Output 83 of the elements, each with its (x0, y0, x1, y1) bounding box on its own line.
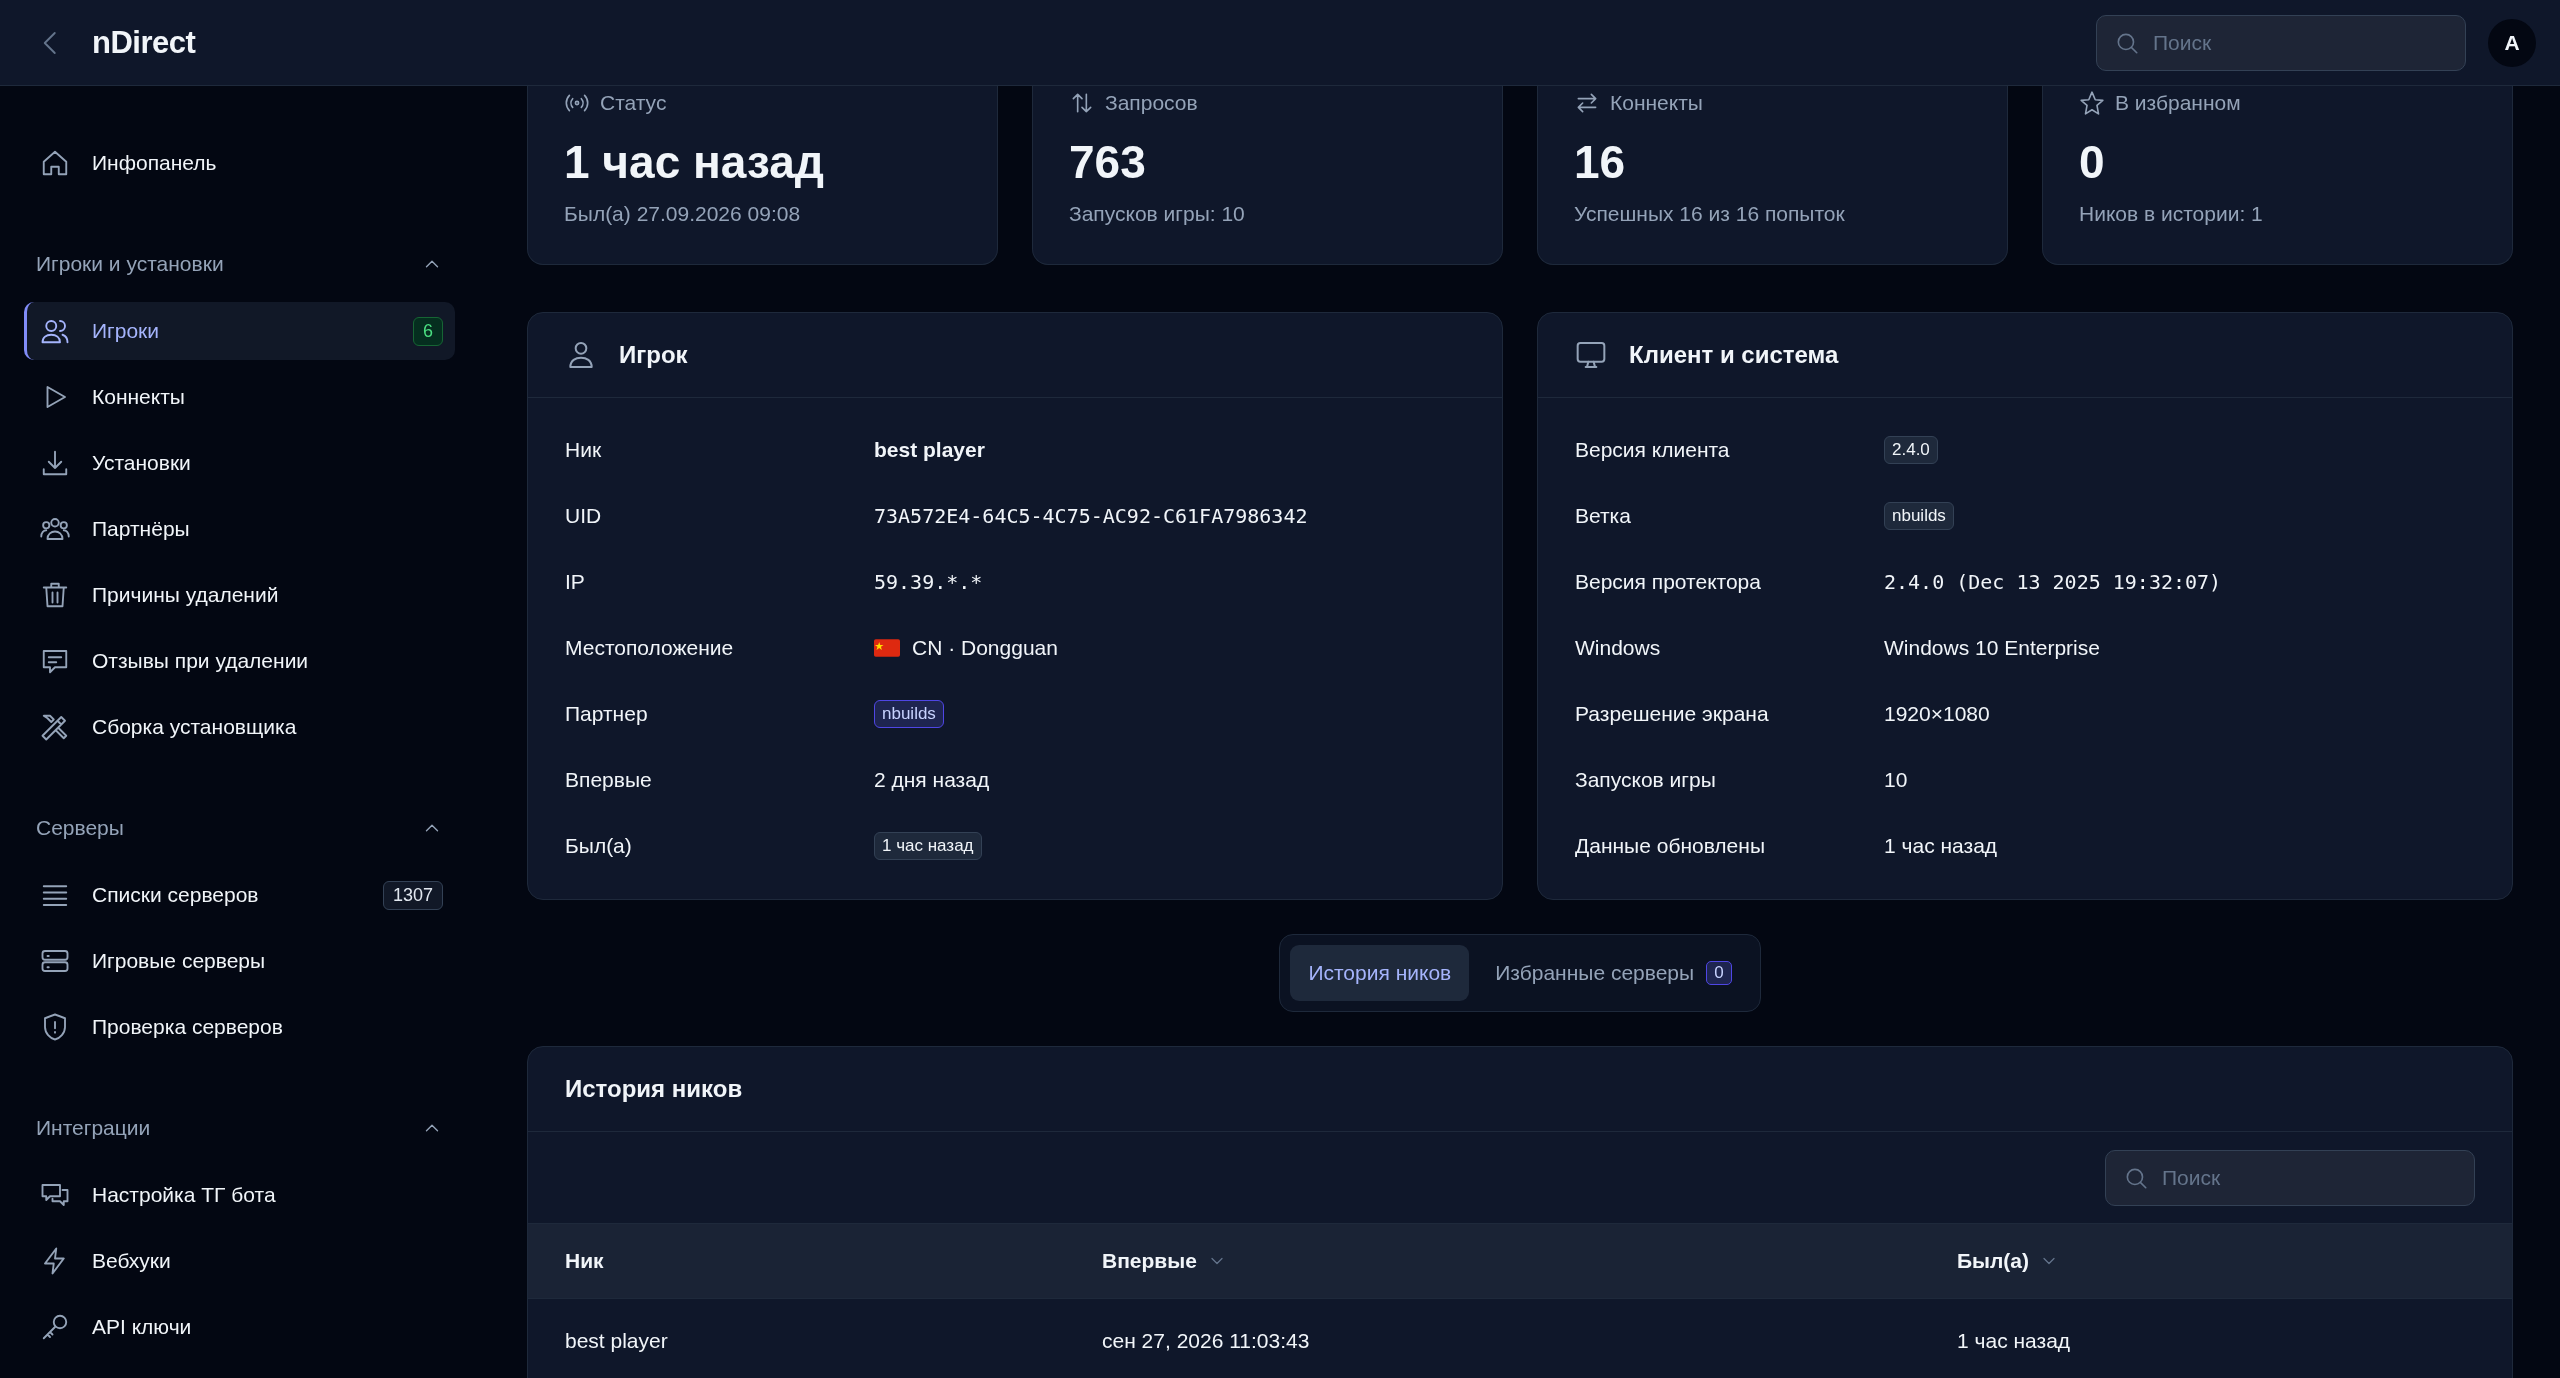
tag: 1 час назад (874, 832, 982, 860)
field-label: Ник (565, 438, 603, 462)
field-label: Версия клиента (1575, 438, 1731, 462)
field-value: 1920×1080 (1884, 702, 1991, 726)
field-value: 2 дня назад (874, 768, 991, 792)
search-field[interactable]: Поиск (2096, 14, 2466, 71)
field-value: 1 час назад (1884, 834, 1999, 858)
stat-caption: Успешных 16 из 16 попыток (1574, 202, 1846, 226)
field-value: CN · Dongguan (912, 636, 1058, 660)
sidebar-item[interactable]: Отзывы при удалении (24, 632, 455, 690)
tab[interactable]: Избранные серверы 0 (1477, 945, 1750, 1001)
field-label: Windows (1575, 636, 1662, 660)
sidebar-item[interactable]: Партнёры (24, 500, 455, 558)
stat-value: 0 (2079, 135, 2106, 190)
sidebar-item[interactable]: Установки (24, 434, 455, 492)
avatar[interactable]: A (2488, 18, 2536, 67)
field-label: IP (565, 570, 586, 594)
sidebar-item[interactable]: Проверка серверов (24, 998, 455, 1056)
trash-icon (40, 580, 70, 610)
field-label: Запусков игры (1575, 768, 1717, 792)
field-value: 2.4.0 (Dec 13 2025 19:32:07) (1884, 570, 2223, 594)
field-label: Данные обновлены (1575, 834, 1766, 858)
tag: nbuilds (874, 700, 944, 728)
stat-label: Коннекты (1610, 91, 1703, 115)
column-header[interactable]: Впервые (1102, 1249, 1957, 1273)
count-badge: 0 (1706, 961, 1732, 985)
field-label: UID (565, 504, 603, 528)
field-label: Партнер (565, 702, 649, 726)
stat-value: 763 (1069, 135, 1147, 190)
table-cell-text: 1 час назад (1957, 1329, 2072, 1353)
field-value: 10 (1884, 768, 1909, 792)
field-label: Разрешение экрана (1575, 702, 1770, 726)
home-icon (40, 148, 70, 178)
field-label: Был(а) (565, 834, 633, 858)
stat-label: Запросов (1105, 91, 1198, 115)
column-header[interactable]: Был(а) (1957, 1249, 2512, 1273)
tag: 2.4.0 (1884, 436, 1938, 464)
app-logo: nDirect (92, 24, 196, 61)
section-header[interactable]: Игроки и установки (24, 244, 455, 284)
tab[interactable]: История ников (1290, 945, 1470, 1001)
section-header[interactable]: Серверы (24, 808, 455, 848)
sidebar-item[interactable]: Игровые серверы (24, 932, 455, 990)
sidebar-item[interactable]: Инфопанель (24, 134, 455, 192)
stat-caption: Ников в истории: 1 (2079, 202, 2264, 226)
panel-title: Игрок (619, 341, 688, 369)
sidebar-item[interactable]: Сборка установщика (24, 698, 455, 756)
column-header[interactable]: Ник (565, 1249, 1102, 1273)
stat-caption: Запусков игры: 10 (1069, 202, 1246, 226)
sidebar-item[interactable]: API ключи (24, 1298, 455, 1356)
field-label: Ветка (1575, 504, 1632, 528)
panel-title: Клиент и система (1629, 341, 1839, 369)
monitor-icon (1575, 339, 1607, 371)
sidebar-item[interactable]: Игроки 6 (24, 302, 455, 360)
table-cell-text: сен 27, 2026 11:03:43 (1102, 1329, 1311, 1353)
stat-caption: Был(а) 27.09.2026 09:08 (564, 202, 802, 226)
field-label: Версия протектора (1575, 570, 1762, 594)
sidebar-item[interactable]: Вебхуки (24, 1232, 455, 1290)
field-value: 59.39.*.* (874, 570, 984, 594)
count-badge: 1307 (382, 880, 443, 910)
stat-value: 1 час назад (564, 135, 825, 190)
sidebar-item[interactable]: Настройка ТГ бота (24, 1166, 455, 1224)
field-label: Местоположение (565, 636, 735, 660)
tools-icon (40, 712, 70, 742)
stat-label: Статус (600, 91, 667, 115)
download-icon (40, 448, 70, 478)
field-value: best player (874, 438, 986, 462)
star-icon (2079, 90, 2105, 116)
key-icon (40, 1312, 70, 1342)
stat-value: 16 (1574, 135, 1627, 190)
field-value: 73A572E4-64C5-4C75-AC92-C61FA7986342 (874, 504, 1309, 528)
flag-icon (874, 639, 900, 657)
sidebar-item[interactable]: Списки серверов 1307 (24, 866, 455, 924)
count-badge: 6 (413, 316, 443, 346)
search-field[interactable]: Поиск (2105, 1149, 2475, 1206)
section-header[interactable]: Интеграции (24, 1108, 455, 1148)
table-cell-text: best player (565, 1329, 669, 1353)
field-value: Windows 10 Enterprise (1884, 636, 2101, 660)
sidebar-item[interactable]: Причины удалений (24, 566, 455, 624)
field-label: Впервые (565, 768, 653, 792)
table-title: История ников (565, 1075, 743, 1103)
sidebar-item[interactable]: Коннекты (24, 368, 455, 426)
tag: nbuilds (1884, 502, 1954, 530)
stat-label: В избранном (2115, 91, 2241, 115)
